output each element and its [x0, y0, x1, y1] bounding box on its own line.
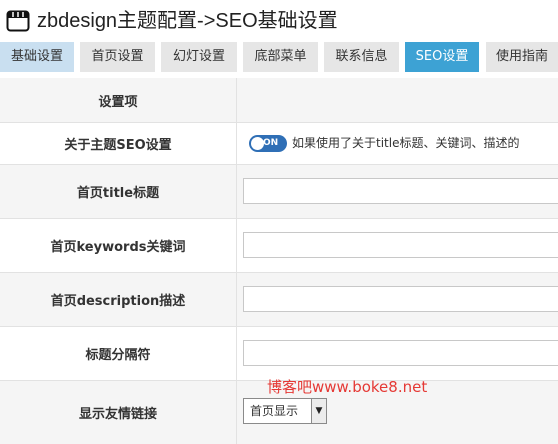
tab-contact-info[interactable]: 联系信息 [324, 42, 399, 72]
table-header-row: 设置项 [0, 78, 558, 122]
home-keywords-input[interactable] [243, 232, 558, 258]
seo-toggle-switch[interactable]: ON [249, 135, 287, 152]
table-row-home-description: 首页description描述 [0, 272, 558, 326]
title-separator-input[interactable] [243, 340, 558, 366]
row-label: 显示友情链接 [0, 381, 237, 444]
tab-basic-settings[interactable]: 基础设置 [0, 42, 74, 72]
chevron-down-icon: ▼ [311, 399, 326, 423]
tab-footer-menu[interactable]: 底部菜单 [243, 42, 318, 72]
row-label: 首页keywords关键词 [0, 219, 237, 272]
watermark-text: 博客吧www.boke8.net [267, 378, 428, 396]
title-bar: zbdesign主题配置->SEO基础设置 [0, 0, 558, 42]
tab-home-settings[interactable]: 首页设置 [80, 42, 155, 72]
select-value: 首页显示 [250, 404, 299, 418]
table-row-home-title: 首页title标题 [0, 164, 558, 218]
friend-links-select[interactable]: 首页显示 ▼ [243, 398, 327, 424]
table-header-value [237, 78, 558, 122]
row-label: 关于主题SEO设置 [0, 123, 237, 164]
row-label: 首页title标题 [0, 165, 237, 218]
row-label: 首页description描述 [0, 273, 237, 326]
tab-bar: 基础设置 首页设置 幻灯设置 底部菜单 联系信息 SEO设置 使用指南 [0, 42, 558, 72]
table-row-title-separator: 标题分隔符 [0, 326, 558, 380]
page-title: zbdesign主题配置->SEO基础设置 [37, 10, 338, 32]
table-row-seo-toggle: 关于主题SEO设置 ON 如果使用了关于title标题、关键词、描述的 [0, 122, 558, 164]
tab-user-guide[interactable]: 使用指南 [486, 42, 558, 72]
tab-seo-settings[interactable]: SEO设置 [405, 42, 479, 72]
home-title-input[interactable] [243, 178, 558, 204]
toggle-label: ON [263, 138, 279, 148]
row-label: 标题分隔符 [0, 327, 237, 380]
toggle-knob [251, 137, 264, 150]
window-icon [6, 10, 30, 32]
table-header-label: 设置项 [0, 78, 237, 122]
table-row-home-keywords: 首页keywords关键词 [0, 218, 558, 272]
tab-slideshow-settings[interactable]: 幻灯设置 [161, 42, 237, 72]
home-description-input[interactable] [243, 286, 558, 312]
seo-description-text: 如果使用了关于title标题、关键词、描述的 [292, 136, 520, 150]
